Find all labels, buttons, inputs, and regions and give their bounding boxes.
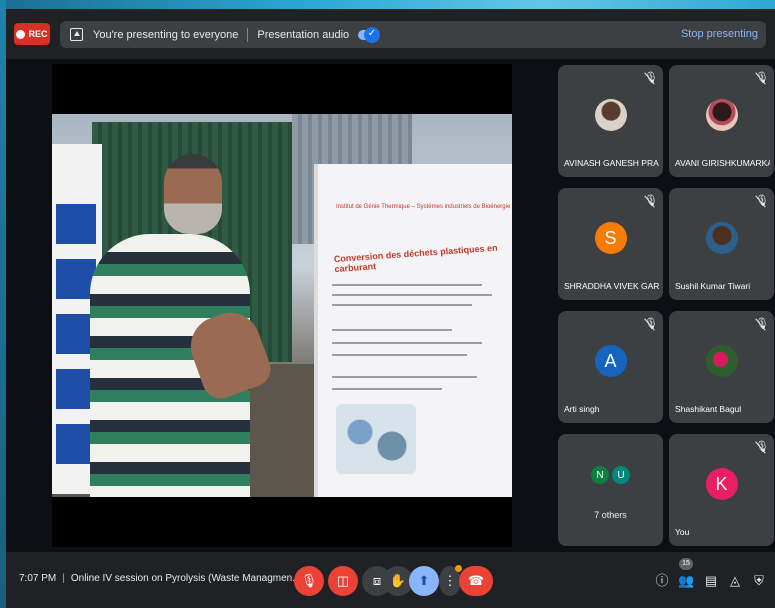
presentation-audio-toggle[interactable]: ✓ bbox=[358, 26, 381, 43]
mic-off-icon: 🎙 bbox=[644, 318, 658, 330]
avatar: N bbox=[591, 466, 609, 484]
divider: | bbox=[62, 573, 65, 584]
shared-video: Institut de Génie Thermique – Systèmes i… bbox=[52, 114, 512, 497]
participant-tile[interactable]: 🎙 Shashikant Bagul bbox=[669, 311, 774, 423]
presenting-banner: You're presenting to everyone Presentati… bbox=[60, 21, 766, 48]
avatar bbox=[594, 99, 627, 131]
participant-name: AVANI GIRISHKUMARKA... bbox=[675, 158, 770, 168]
poster: Institut de Génie Thermique – Systèmes i… bbox=[314, 164, 512, 497]
mic-off-icon[interactable]: 🎙 bbox=[294, 566, 324, 596]
avatar bbox=[705, 222, 738, 254]
mic-off-icon: 🎙 bbox=[755, 72, 769, 84]
poster-text-line bbox=[332, 284, 482, 286]
participant-name: Arti singh bbox=[564, 404, 600, 414]
host-controls-icon[interactable]: ⛨ bbox=[751, 573, 767, 589]
participant-tile[interactable]: 🎙 Sushil Kumar Tiwari bbox=[669, 188, 774, 300]
poster-text-line bbox=[332, 376, 477, 378]
participant-tile[interactable]: 🎙 A Arti singh bbox=[558, 311, 663, 423]
clock-time: 7:07 PM bbox=[19, 573, 57, 584]
mic-off-icon: 🎙 bbox=[644, 72, 658, 84]
window-frame-top bbox=[0, 0, 775, 9]
poster-institute: Institut de Génie Thermique – Systèmes i… bbox=[336, 204, 511, 210]
present-icon[interactable]: ⬆ bbox=[409, 566, 439, 596]
participant-tile[interactable]: 🎙 S SHRADDHA VIVEK GARG bbox=[558, 188, 663, 300]
participant-name: AVINASH GANESH PRAS... bbox=[564, 158, 659, 168]
recording-label: REC bbox=[28, 29, 48, 39]
poster-text-line bbox=[332, 342, 482, 344]
participant-name: Shashikant Bagul bbox=[675, 404, 742, 414]
poster-text-line bbox=[332, 329, 452, 331]
self-tile[interactable]: 🎙 K You bbox=[669, 434, 774, 546]
participant-tile[interactable]: 🎙 AVINASH GANESH PRAS... bbox=[558, 65, 663, 177]
recording-badge: REC bbox=[14, 23, 50, 45]
participant-tile[interactable]: 🎙 AVANI GIRISHKUMARKA... bbox=[669, 65, 774, 177]
mic-off-icon: 🎙 bbox=[755, 441, 769, 453]
people-icon[interactable]: 👥 bbox=[678, 573, 694, 589]
poster-diagram bbox=[336, 404, 416, 474]
avatar bbox=[705, 99, 738, 131]
poster-text-line bbox=[332, 354, 467, 356]
presenting-text: You're presenting to everyone bbox=[93, 28, 239, 41]
meeting-details: 7:07 PM | Online IV session on Pyrolysis (… bbox=[19, 573, 301, 584]
check-icon: ✓ bbox=[367, 27, 377, 39]
avatar bbox=[705, 345, 738, 377]
poster-title: Conversion des déchets plastiques en car… bbox=[333, 242, 498, 275]
more-options-icon[interactable]: ⋮ bbox=[439, 565, 462, 596]
poster-text-line bbox=[332, 294, 492, 296]
avatar: S bbox=[594, 222, 627, 254]
activities-icon[interactable]: ◬ bbox=[727, 573, 743, 589]
hang-up-icon[interactable]: ☎ bbox=[459, 566, 493, 596]
poster-text-line bbox=[332, 388, 442, 390]
stop-presenting-button[interactable]: Stop presenting bbox=[681, 28, 758, 40]
participant-name: You bbox=[675, 527, 690, 537]
presentation-bar: REC You're presenting to everyone Presen… bbox=[6, 9, 775, 59]
present-screen-icon bbox=[70, 28, 83, 41]
avatar: K bbox=[705, 468, 738, 500]
avatar: U bbox=[612, 466, 630, 484]
participant-name: SHRADDHA VIVEK GARG bbox=[564, 281, 659, 291]
avatar: A bbox=[594, 345, 627, 377]
camera-off-icon[interactable]: ◫ bbox=[328, 566, 358, 596]
others-tile[interactable]: N U 7 others bbox=[558, 434, 663, 546]
info-icon[interactable]: ⓘ bbox=[654, 573, 670, 589]
others-count: 7 others bbox=[594, 510, 627, 520]
participant-name: Sushil Kumar Tiwari bbox=[675, 281, 751, 291]
presenter-head bbox=[164, 154, 222, 234]
mic-off-icon: 🎙 bbox=[755, 318, 769, 330]
meeting-title: Online IV session on Pyrolysis (Waste Ma… bbox=[70, 573, 301, 584]
window-frame-left bbox=[0, 0, 6, 608]
chat-icon[interactable]: ▤ bbox=[703, 573, 719, 589]
notification-dot bbox=[455, 565, 462, 572]
presentation-audio-label: Presentation audio bbox=[257, 28, 350, 41]
mic-off-icon: 🎙 bbox=[755, 195, 769, 207]
divider bbox=[247, 27, 249, 42]
record-dot-icon bbox=[16, 29, 26, 39]
poster-text-line bbox=[332, 304, 472, 306]
people-count-badge: 15 bbox=[679, 558, 693, 570]
meeting-controls-bar: 7:07 PM | Online IV session on Pyrolysis (… bbox=[6, 552, 775, 608]
presentation-stage: Institut de Génie Thermique – Systèmes i… bbox=[52, 64, 512, 547]
mic-off-icon: 🎙 bbox=[644, 195, 658, 207]
